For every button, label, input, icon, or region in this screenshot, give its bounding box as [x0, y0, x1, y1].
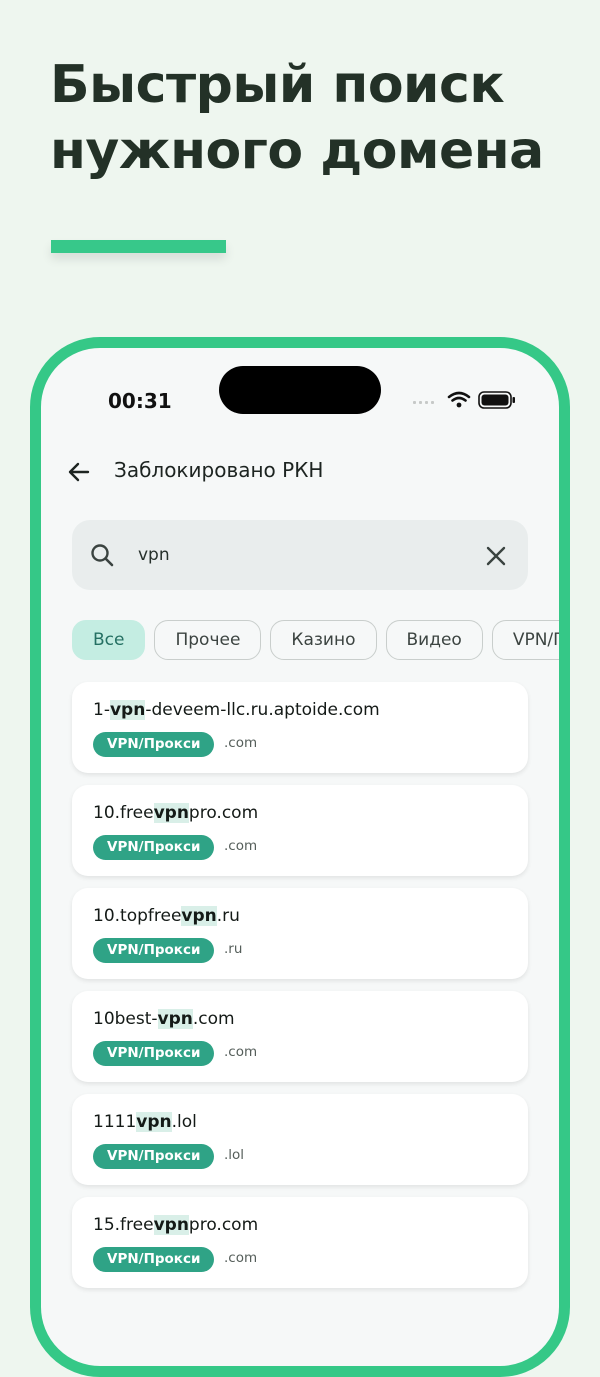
promo-title: Быстрый поиск нужного домена [50, 52, 570, 184]
filter-chip-other[interactable]: Прочее [154, 620, 262, 660]
search-input[interactable] [138, 540, 458, 570]
page-title: Заблокировано РКН [114, 458, 324, 482]
filter-chip-video[interactable]: Видео [385, 620, 483, 660]
domain-name: 10best-vpn.com [93, 1009, 235, 1029]
domain-name: 10.freevpnpro.com [93, 803, 259, 823]
category-badge: VPN/Прокси [93, 938, 215, 963]
list-item[interactable]: 10.topfreevpn.ru VPN/Прокси .ru [72, 888, 528, 979]
status-icons [411, 388, 521, 412]
domain-results-list: 1-vpn-deveem-llc.ru.aptoide.com VPN/Прок… [72, 682, 528, 1300]
tld-label: .com [224, 838, 258, 854]
domain-name: 10.topfreevpn.ru [93, 906, 240, 926]
close-icon [486, 546, 506, 566]
back-button[interactable] [63, 456, 95, 488]
clear-search-button[interactable] [482, 542, 510, 570]
search-match-highlight: vpn [153, 803, 189, 823]
promo-title-line-2: нужного домена [50, 121, 544, 181]
dynamic-island [219, 366, 381, 414]
category-badge: VPN/Прокси [93, 1041, 215, 1066]
promo-title-line-1: Быстрый поиск [50, 55, 505, 115]
category-badge: VPN/Прокси [93, 1144, 215, 1169]
list-item[interactable]: 1-vpn-deveem-llc.ru.aptoide.com VPN/Прок… [72, 682, 528, 773]
list-item[interactable]: 10.freevpnpro.com VPN/Прокси .com [72, 785, 528, 876]
list-item[interactable]: 15.freevpnpro.com VPN/Прокси .com [72, 1197, 528, 1288]
category-badge: VPN/Прокси [93, 1247, 215, 1272]
category-badge: VPN/Прокси [93, 732, 215, 757]
list-item[interactable]: 1111vpn.lol VPN/Прокси .lol [72, 1094, 528, 1185]
tld-label: .com [224, 1044, 258, 1060]
search-icon [88, 541, 116, 569]
domain-name: 1111vpn.lol [93, 1112, 197, 1132]
filter-chip-vpn-proxy[interactable]: VPN/Прокси [491, 620, 559, 660]
status-time: 00:31 [108, 389, 172, 413]
search-match-highlight: vpn [136, 1112, 172, 1132]
tld-label: .ru [224, 941, 243, 957]
battery-icon [478, 391, 515, 409]
filter-chip-casino[interactable]: Казино [270, 620, 377, 660]
search-match-highlight: vpn [153, 1215, 189, 1235]
phone-frame: 00:31 Заблокировано РКН vpn Все Прочее К… [30, 337, 570, 1377]
category-badge: VPN/Прокси [93, 835, 215, 860]
search-bar [72, 520, 528, 590]
domain-name: 1-vpn-deveem-llc.ru.aptoide.com [93, 700, 380, 720]
tld-label: .lol [224, 1147, 245, 1163]
cellular-signal-icon [413, 401, 434, 404]
tld-label: .com [224, 735, 258, 751]
search-match-highlight: vpn [157, 1009, 193, 1029]
domain-name: 15.freevpnpro.com [93, 1215, 259, 1235]
promo-accent-bar [51, 240, 226, 253]
search-match-highlight: vpn [109, 700, 146, 720]
tld-label: .com [224, 1250, 258, 1266]
filter-chip-all[interactable]: Все [72, 620, 146, 660]
wifi-icon [447, 391, 471, 402]
category-filter-chips: ВсеПрочееКазиноВидеоVPN/Прокси [72, 620, 559, 664]
nav-bar: Заблокировано РКН [41, 448, 559, 508]
list-item[interactable]: 10best-vpn.com VPN/Прокси .com [72, 991, 528, 1082]
status-bar: 00:31 [41, 348, 559, 438]
arrow-left-icon [68, 462, 90, 482]
search-match-highlight: vpn [181, 906, 217, 926]
